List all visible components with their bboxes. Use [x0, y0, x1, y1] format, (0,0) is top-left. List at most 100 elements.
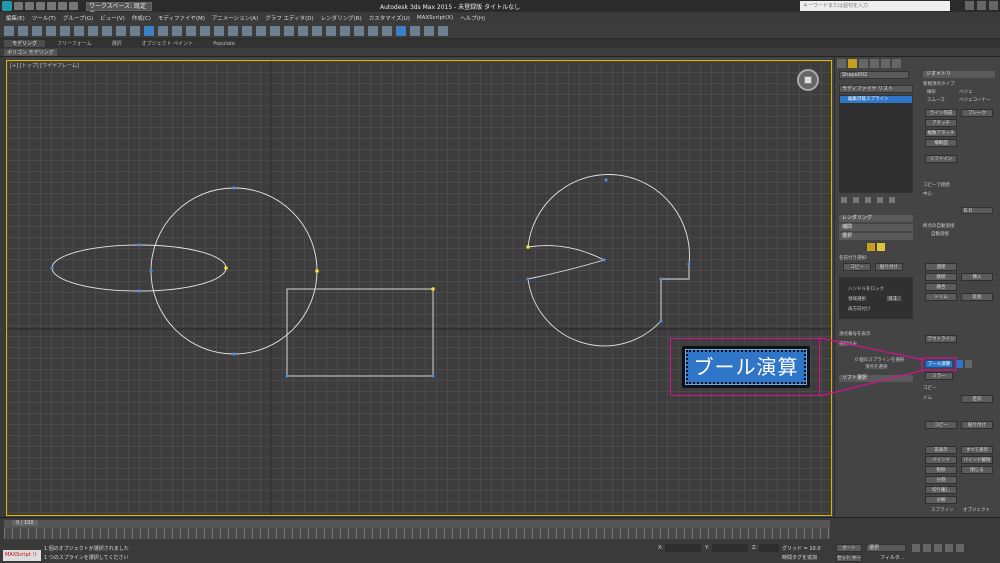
paste-button[interactable]: 貼り付け [875, 263, 903, 271]
delete-button[interactable]: 削除 [925, 466, 957, 474]
utilities-tab-icon[interactable] [892, 59, 901, 68]
manipulate-icon[interactable] [214, 25, 224, 36]
z-coordinate-field[interactable] [759, 544, 779, 552]
hide-button[interactable]: 非表示 [925, 446, 957, 454]
insert-button[interactable]: 挿入 [961, 273, 993, 281]
connect-button[interactable]: 接続 [925, 273, 957, 281]
vertex[interactable] [50, 266, 54, 270]
project-folder-icon[interactable] [69, 2, 78, 10]
snap-toggle-icon[interactable] [242, 25, 252, 36]
vertex[interactable] [431, 374, 435, 378]
schematic-view-icon[interactable] [382, 25, 392, 36]
menu-maxscript[interactable]: MAXScript(X) [417, 15, 453, 21]
boolean-button[interactable]: ブール演算 [925, 360, 953, 368]
curve-editor-icon[interactable] [368, 25, 378, 36]
bind-button[interactable]: バインド [925, 456, 957, 464]
object-name-field[interactable]: Shape002 [839, 71, 909, 79]
menu-views[interactable]: ビュー(V) [100, 14, 125, 22]
menu-graph-editors[interactable]: グラフ エディタ(D) [265, 14, 313, 22]
select-by-name-icon[interactable] [102, 25, 112, 36]
tab-modeling[interactable]: モデリング [4, 40, 46, 47]
play-icon[interactable] [934, 544, 942, 552]
menu-modifiers[interactable]: モディファイヤ(M) [158, 14, 205, 22]
scale-icon[interactable] [172, 25, 182, 36]
remove-modifier-icon[interactable] [877, 197, 883, 203]
auto-key-button[interactable]: オート [836, 544, 862, 552]
render-setup-icon[interactable] [410, 25, 420, 36]
create-tab-icon[interactable] [837, 59, 846, 68]
segment-mode-icon[interactable] [877, 243, 885, 251]
go-to-end-icon[interactable] [956, 544, 964, 552]
area-selection-value[interactable]: 0.1 [886, 295, 902, 302]
polygon-modeling-label[interactable]: ポリゴン モデリング [4, 49, 57, 56]
rectangle-shape[interactable] [286, 288, 434, 377]
mirror-copy-label[interactable]: コピー [923, 385, 937, 391]
vertex-type-bezier-corner[interactable]: ベジェコーナー [959, 97, 991, 103]
vertex[interactable] [137, 289, 141, 293]
menu-edit[interactable]: 編集(E) [6, 14, 25, 22]
align-icon[interactable] [326, 25, 336, 36]
boolean-result-shape[interactable] [527, 174, 690, 347]
time-slider-thumb[interactable]: 0 / 100 [12, 520, 38, 526]
break-button[interactable]: ブレーク [961, 109, 993, 117]
pivot-center-icon[interactable] [200, 25, 210, 36]
divide-spline-button[interactable]: 分割 [925, 476, 957, 484]
geometry-copy-button[interactable]: コピー [925, 421, 957, 429]
pin-stack-icon[interactable] [841, 197, 847, 203]
vertex[interactable] [232, 352, 236, 356]
area-selection-label[interactable]: 領域選択 [848, 296, 866, 303]
stack-item-editable-spline[interactable]: 編集可能スプライン [840, 96, 912, 103]
attach-button[interactable]: アタッチ [925, 119, 957, 127]
scene-shapes[interactable] [7, 61, 832, 516]
rect-selection-icon[interactable] [116, 25, 126, 36]
select-object-icon[interactable] [88, 25, 98, 36]
mirror-button[interactable]: ミラー [925, 372, 953, 380]
next-frame-icon[interactable] [945, 544, 953, 552]
make-unique-icon[interactable] [865, 197, 871, 203]
workspace-select[interactable]: ワークスペース: 既定値 [86, 1, 152, 18]
selection-filter-icon[interactable] [74, 25, 84, 36]
open-file-icon[interactable] [25, 2, 34, 10]
vertex[interactable] [687, 262, 691, 266]
first-vertex[interactable] [315, 269, 319, 273]
hierarchy-tab-icon[interactable] [859, 59, 868, 68]
create-line-button[interactable]: ライン作成 [925, 109, 957, 117]
layer-manager-icon[interactable] [340, 25, 350, 36]
rendered-frame-icon[interactable] [424, 25, 434, 36]
key-filter-select[interactable]: 選択 [866, 544, 906, 552]
window-crossing-icon[interactable] [130, 25, 140, 36]
graphite-toggle-icon[interactable] [354, 25, 364, 36]
close-icon[interactable] [989, 1, 998, 10]
display-tab-icon[interactable] [881, 59, 890, 68]
first-vertex[interactable] [431, 287, 435, 291]
mirror-icon[interactable] [312, 25, 322, 36]
first-vertex[interactable] [224, 266, 228, 270]
material-editor-icon[interactable] [396, 25, 406, 36]
redo-icon[interactable] [58, 2, 67, 10]
rotate-icon[interactable] [158, 25, 168, 36]
vertex[interactable] [659, 319, 663, 323]
menu-group[interactable]: グループ(G) [63, 14, 93, 22]
add-time-tag[interactable]: 時間タグを追加 [782, 554, 817, 561]
show-end-result-icon[interactable] [853, 197, 859, 203]
outline-button[interactable]: アウトライン [925, 335, 957, 343]
explode-spline-radio[interactable]: スプライン [931, 507, 954, 513]
link-icon[interactable] [32, 25, 42, 36]
rollout-selection[interactable]: 選択 [839, 233, 913, 240]
vertex[interactable] [659, 277, 663, 281]
menu-animation[interactable]: アニメーション(A) [212, 14, 258, 22]
union-icon[interactable] [956, 360, 963, 368]
bind-space-warp-icon[interactable] [60, 25, 70, 36]
y-coordinate-field[interactable] [712, 544, 748, 552]
save-file-icon[interactable] [36, 2, 45, 10]
vertex[interactable] [604, 178, 608, 182]
modifier-list-select[interactable]: モディファイヤ リスト [839, 85, 913, 93]
configure-sets-icon[interactable] [889, 197, 895, 203]
unlink-icon[interactable] [46, 25, 56, 36]
show-vertex-numbers-label[interactable]: 頂点番号を表示 [839, 331, 871, 337]
weld-button[interactable]: 溶接 [925, 263, 957, 271]
boolean-button-zoomed[interactable]: ブール演算 [685, 349, 807, 385]
redo-icon[interactable] [18, 25, 28, 36]
previous-frame-icon[interactable] [923, 544, 931, 552]
detach-button[interactable]: 切り離し [925, 486, 957, 494]
